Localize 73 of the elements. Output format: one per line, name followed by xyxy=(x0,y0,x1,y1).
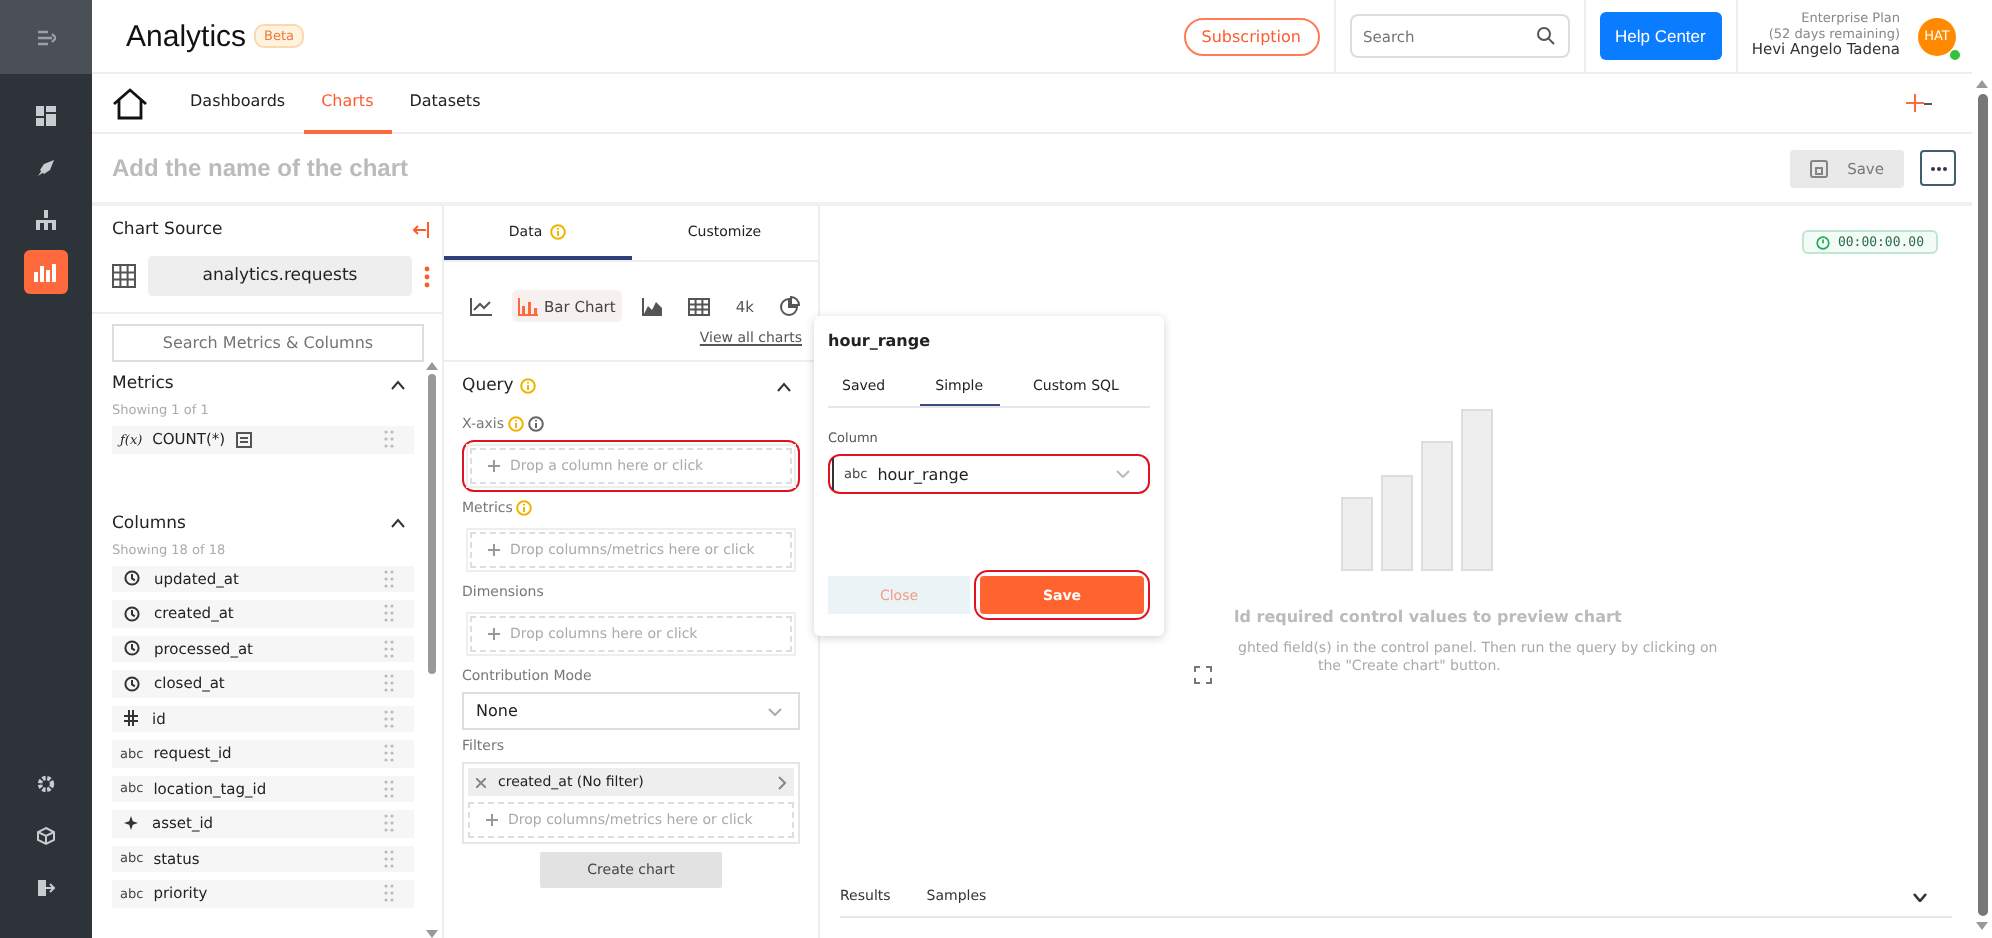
nav-tab[interactable]: Datasets xyxy=(391,73,499,133)
sidebar-toggle-icon[interactable] xyxy=(36,27,56,47)
bar-chart-icon xyxy=(518,297,538,315)
clock-icon xyxy=(1815,235,1830,249)
drag-handle-icon[interactable] xyxy=(384,814,394,833)
settings-icon[interactable] xyxy=(36,774,56,794)
save-icon xyxy=(1809,159,1828,177)
chevron-right-icon xyxy=(778,775,786,789)
more-button[interactable] xyxy=(1920,150,1956,186)
empty-state-title: ld required control values to preview chart xyxy=(1232,608,1624,626)
search-icon xyxy=(1535,26,1555,46)
drag-handle-icon[interactable] xyxy=(384,884,394,903)
area-chart-icon xyxy=(641,297,662,315)
chevron-up-icon[interactable] xyxy=(390,379,406,389)
clock-icon xyxy=(124,570,140,587)
dataset-name[interactable]: analytics.requests xyxy=(148,256,412,296)
section-title: Columns xyxy=(112,513,186,533)
scroll-down-icon[interactable] xyxy=(1976,922,1988,930)
drag-handle-icon[interactable] xyxy=(384,430,394,449)
drag-handle-icon[interactable] xyxy=(384,569,394,588)
hash-icon xyxy=(124,710,138,727)
drag-handle-icon[interactable] xyxy=(384,849,394,868)
drag-handle-icon[interactable] xyxy=(384,709,394,728)
table-icon xyxy=(112,264,136,288)
scroll-down-icon[interactable] xyxy=(426,930,438,938)
nav-rail-button[interactable] xyxy=(24,250,68,294)
chevron-up-icon[interactable] xyxy=(776,381,792,391)
app-title: Analytics xyxy=(126,19,247,53)
remove-icon[interactable] xyxy=(476,777,486,787)
plus-icon xyxy=(488,628,500,640)
cube-icon[interactable] xyxy=(36,826,56,846)
calculator-icon xyxy=(235,431,252,448)
drag-handle-icon[interactable] xyxy=(384,744,394,763)
clock-icon xyxy=(124,605,140,622)
plus-icon xyxy=(488,460,500,472)
panel-title: Chart Source xyxy=(112,220,223,240)
drag-handle-icon[interactable] xyxy=(384,674,394,693)
plus-icon xyxy=(488,544,500,556)
dashboard-icon xyxy=(36,106,56,126)
more-icon xyxy=(1929,165,1947,171)
drag-handle-icon[interactable] xyxy=(384,639,394,658)
search-field[interactable]: Search Metrics & Columns xyxy=(112,324,424,362)
sparkle-icon xyxy=(124,816,138,831)
help-center-button[interactable]: Help Center xyxy=(1599,12,1722,60)
popover-title: hour_range xyxy=(828,332,933,350)
section-title: Query xyxy=(462,376,514,396)
section-title: Metrics xyxy=(112,374,174,394)
drag-handle-icon[interactable] xyxy=(384,604,394,623)
empty-chart-icon xyxy=(1340,408,1496,572)
chevron-down-icon[interactable] xyxy=(1912,891,1928,901)
bar-chart-icon xyxy=(34,262,58,282)
chevron-up-icon[interactable] xyxy=(390,518,406,528)
kebab-icon[interactable] xyxy=(424,265,430,287)
hierarchy-icon xyxy=(36,210,56,230)
scroll-up-icon[interactable] xyxy=(1976,80,1988,88)
collapse-icon[interactable] xyxy=(412,222,430,238)
home-icon[interactable] xyxy=(112,87,148,119)
plus-icon xyxy=(486,814,498,826)
chevron-down-icon xyxy=(768,707,782,715)
table-icon xyxy=(687,297,710,315)
expand-icon[interactable] xyxy=(1194,666,1212,684)
chevron-down-icon xyxy=(1116,470,1130,478)
pie-chart-icon xyxy=(779,296,800,316)
nav-tab[interactable]: Dashboards xyxy=(172,73,304,133)
clock-icon xyxy=(124,675,140,692)
line-chart-icon xyxy=(470,297,492,315)
scrollbar[interactable] xyxy=(422,362,442,938)
caret-icon[interactable] xyxy=(1924,99,1932,107)
logout-icon[interactable] xyxy=(36,878,56,898)
contribution-mode-select[interactable]: None xyxy=(462,692,800,730)
scroll-up-icon[interactable] xyxy=(426,362,438,370)
clock-icon xyxy=(124,640,140,657)
drag-handle-icon[interactable] xyxy=(384,779,394,798)
